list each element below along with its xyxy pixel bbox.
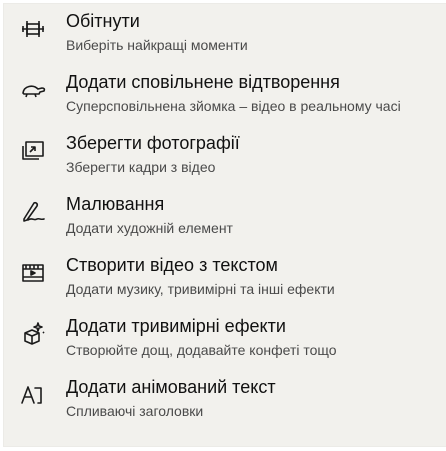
menu-item-animated-text[interactable]: Додати анімований текст Спливаючі заголо… [4,370,446,431]
menu-item-subtitle: Додати художній елемент [66,220,233,236]
animated-text-icon [20,382,46,408]
pen-drawing-icon [20,199,46,225]
menu-item-title: Додати тривимірні ефекти [66,316,286,336]
menu-item-title: Додати сповільнене відтворення [66,72,340,92]
trim-icon [20,16,46,42]
menu-item-title: Обітнути [66,11,140,31]
menu-item-title: Створити відео з текстом [66,255,278,275]
3d-effects-icon [20,321,46,347]
menu-item-video-from-text[interactable]: Створити відео з текстом Додати музику, … [4,248,446,309]
menu-item-3d-effects[interactable]: Додати тривимірні ефекти Створюйте дощ, … [4,309,446,370]
menu-item-subtitle: Створюйте дощ, додавайте конфеті тощо [66,342,337,358]
menu-item-subtitle: Виберіть найкращі моменти [66,37,248,53]
menu-item-save-photos[interactable]: Зберегти фотографії Зберегти кадри з від… [4,126,446,187]
menu-item-title: Додати анімований текст [66,377,276,397]
turtle-slow-motion-icon [20,77,46,103]
menu-item-subtitle: Зберегти кадри з відео [66,159,216,175]
edit-menu: Обітнути Виберіть найкращі моменти Додат… [4,4,446,446]
menu-item-subtitle: Спливаючі заголовки [66,403,204,419]
menu-item-slow-motion[interactable]: Додати сповільнене відтворення Суперспов… [4,65,446,126]
menu-item-title: Малювання [66,194,165,214]
menu-item-drawing[interactable]: Малювання Додати художній елемент [4,187,446,248]
menu-item-subtitle: Додати музику, тривимірні та інші ефекти [66,281,335,297]
menu-item-title: Зберегти фотографії [66,133,240,153]
save-photos-icon [20,138,46,164]
menu-item-subtitle: Суперсповільнена зйомка – відео в реальн… [66,98,401,114]
video-from-text-icon [20,260,46,286]
menu-item-trim[interactable]: Обітнути Виберіть найкращі моменти [4,4,446,65]
